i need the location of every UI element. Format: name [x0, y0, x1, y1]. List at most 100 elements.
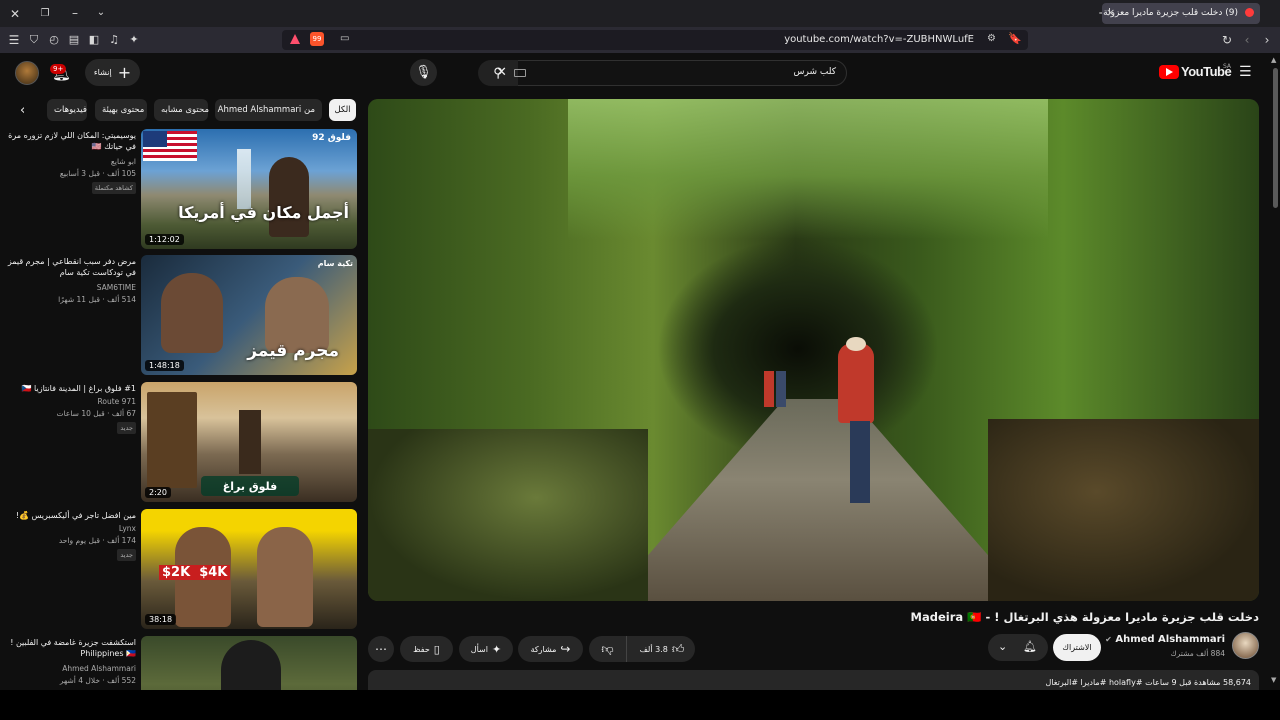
video-meta: 105 ألف · قبل 3 أسابيع [59, 169, 136, 178]
channel-name[interactable]: ابو شايع [4, 157, 136, 167]
thumb-caption: $2K $4K [159, 565, 231, 580]
ask-button[interactable]: ✦ اسأل [459, 636, 513, 662]
save-button[interactable]: ▯ حفظ [400, 636, 453, 662]
tab-list-chevron-icon[interactable]: ⌄ [94, 6, 108, 20]
video-thumbnail[interactable]: فلوق براغ 2:20 [141, 382, 357, 502]
channel-name[interactable]: ✔ Ahmed Alshammari [1105, 634, 1225, 645]
microphone-icon: 🎙︎ [415, 65, 432, 80]
active-tab[interactable]: (9) دخلت قلب جزيرة ماديرا معزولة هذي الب… [1102, 3, 1260, 24]
search-input[interactable]: كلب شرس [794, 67, 836, 77]
history-icon[interactable]: ◴ [47, 33, 61, 47]
channel-avatar[interactable] [1232, 632, 1259, 659]
channel-name[interactable]: Ahmed Alshammari [4, 664, 136, 674]
sidebar-icon[interactable]: ◧ [87, 33, 101, 47]
plus-icon: + [117, 62, 132, 82]
thumbs-up-icon: 👍︎ [671, 641, 685, 656]
back-icon[interactable]: ‹ [1240, 33, 1254, 47]
video-thumbnail[interactable]: $2K $4K 38:18 [141, 509, 357, 629]
video-meta: 514 ألف · قبل 11 شهرًا [58, 295, 136, 304]
video-title[interactable]: #1 فلوق براغ | المدينة فانتازيا 🇨🇿 [4, 383, 136, 394]
video-title[interactable]: مين افضل تاجر في أليكسبريس 💰! [4, 510, 136, 521]
scroll-up-icon[interactable]: ▲ [1271, 56, 1276, 64]
tune-icon[interactable]: ⚙ [987, 33, 996, 44]
channel-name[interactable]: SAM6TIME [4, 283, 136, 293]
more-actions-button[interactable]: ⋯ [368, 636, 394, 662]
youtube-logo-icon[interactable] [1159, 65, 1179, 79]
brave-shield-icon[interactable]: 99 [310, 32, 324, 46]
chip-related[interactable]: محتوى بهيئة [95, 99, 147, 121]
menu-icon[interactable]: ☰ [7, 33, 21, 47]
description-box[interactable]: 58,674 مشاهدة قبل 9 ساعات #holafly #مادي… [368, 670, 1259, 690]
like-dislike-group: 👎︎ 👍︎ 3.8 ألف [589, 636, 695, 662]
restore-window-icon[interactable]: ❐ [38, 7, 52, 21]
search-box[interactable]: ⚲ ✕ كلب شرس [478, 60, 847, 86]
chips-scroll-left-icon[interactable]: ‹ [20, 103, 25, 118]
subscribe-button[interactable]: الاشتراك [1053, 634, 1101, 661]
page-scrollbar[interactable]: ▲ ▼ [1270, 54, 1280, 690]
clear-search-icon[interactable]: ✕ [496, 65, 507, 80]
save-icon: ▯ [433, 642, 440, 656]
verified-icon: ✔ [1105, 635, 1112, 644]
chip-from-channel[interactable]: من Ahmed Alshammari [215, 99, 322, 121]
like-count: 3.8 ألف [639, 644, 668, 654]
scrollbar-thumb[interactable] [1273, 68, 1278, 208]
new-badge: جديد [117, 549, 136, 561]
region-code: SA [1223, 63, 1232, 70]
keyboard-icon[interactable] [514, 69, 526, 77]
video-player[interactable] [368, 99, 1259, 601]
chip-videos[interactable]: فيديوهات [47, 99, 87, 121]
more-icon: ⋯ [375, 642, 387, 656]
browser-tab-bar: ✕ ❐ – ⌄ + (9) دخلت قلب جزيرة ماديرا معزو… [0, 0, 1280, 27]
extensions-icon[interactable]: ✦ [127, 33, 141, 47]
chip-all[interactable]: الكل [329, 99, 356, 121]
dislike-button[interactable]: 👎︎ [589, 636, 627, 662]
close-window-icon[interactable]: ✕ [8, 7, 22, 21]
video-title[interactable]: يوسيميتي: المكان اللي لازم تزوره مرة في … [4, 130, 136, 152]
channel-name[interactable]: Lynx [4, 524, 136, 534]
status-badge: كشاهد مكتملة [91, 182, 136, 194]
video-meta: 174 ألف · قبل يوم واحد [58, 536, 136, 545]
bottom-strip [0, 690, 1280, 720]
minimize-window-icon[interactable]: – [68, 6, 82, 20]
chip-similar[interactable]: محتوى مشابه [154, 99, 209, 121]
voice-search-button[interactable]: 🎙︎ [410, 59, 437, 86]
thumb-episode: فلوق 92 [312, 133, 351, 143]
vpn-icon[interactable] [290, 34, 300, 44]
list-item[interactable]: استكشفت جزيرة غامضة في الفلبين ! Philipp… [0, 634, 360, 690]
video-title: دخلت قلب جزيرة ماديرا معزولة هذي البرتغا… [910, 610, 1259, 624]
thumb-show-name: تكية سام [317, 259, 353, 268]
duration-badge: 1:12:02 [145, 234, 184, 245]
video-meta: 552 ألف · خلال 4 أشهر [59, 676, 136, 685]
list-item[interactable]: $2K $4K 38:18 مين افضل تاجر في أليكسبريس… [0, 507, 360, 631]
video-thumbnail[interactable]: فلوق 92 أجمل مكان في أمريكا 1:12:02 [141, 129, 357, 249]
notification-settings-button[interactable]: ⌄ 🔔︎ [988, 634, 1048, 661]
music-icon[interactable]: ♫ [107, 33, 121, 47]
screen-icon[interactable]: ▭ [340, 33, 349, 44]
reader-icon[interactable]: ▤ [67, 33, 81, 47]
video-title[interactable]: مرض دفر سبب انقطاعي | مجرم قيمز في تودكا… [4, 256, 136, 278]
video-title[interactable]: استكشفت جزيرة غامضة في الفلبين ! Philipp… [4, 637, 136, 659]
video-meta: 67 ألف · قبل 10 ساعات [56, 409, 136, 418]
thumb-caption: مجرم قيمز [247, 341, 339, 361]
like-button[interactable]: 👍︎ 3.8 ألف [629, 636, 695, 662]
duration-badge: 2:20 [145, 487, 171, 498]
tab-close-icon[interactable]: × [1106, 6, 1115, 19]
hamburger-menu-icon[interactable]: ☰ [1239, 64, 1252, 80]
tab-title: (9) دخلت قلب جزيرة ماديرا معزولة هذي الب… [1102, 8, 1238, 18]
forward-icon[interactable]: › [1260, 33, 1274, 47]
bookmark-icon[interactable]: 🔖 [1008, 32, 1022, 45]
list-item[interactable]: تكية سام مجرم قيمز 1:48:18 مرض دفر سبب ا… [0, 253, 360, 377]
video-thumbnail[interactable]: تكية سام مجرم قيمز 1:48:18 [141, 255, 357, 375]
scroll-down-icon[interactable]: ▼ [1271, 676, 1276, 684]
video-thumbnail[interactable] [141, 636, 357, 690]
reload-icon[interactable]: ↻ [1220, 33, 1234, 47]
share-button[interactable]: ↪ مشاركة [518, 636, 583, 662]
url-text: youtube.com/watch?v=-ZUBHNWLufE [784, 34, 974, 45]
avatar[interactable] [15, 61, 39, 85]
shield-icon[interactable]: ⛉ [27, 33, 41, 47]
list-item[interactable]: فلوق براغ 2:20 #1 فلوق براغ | المدينة فا… [0, 380, 360, 504]
list-item[interactable]: فلوق 92 أجمل مكان في أمريكا 1:12:02 يوسي… [0, 127, 360, 251]
sparkle-icon: ✦ [491, 642, 502, 656]
channel-name[interactable]: Route 971 [4, 397, 136, 407]
create-button[interactable]: إنشاء + [85, 59, 140, 86]
